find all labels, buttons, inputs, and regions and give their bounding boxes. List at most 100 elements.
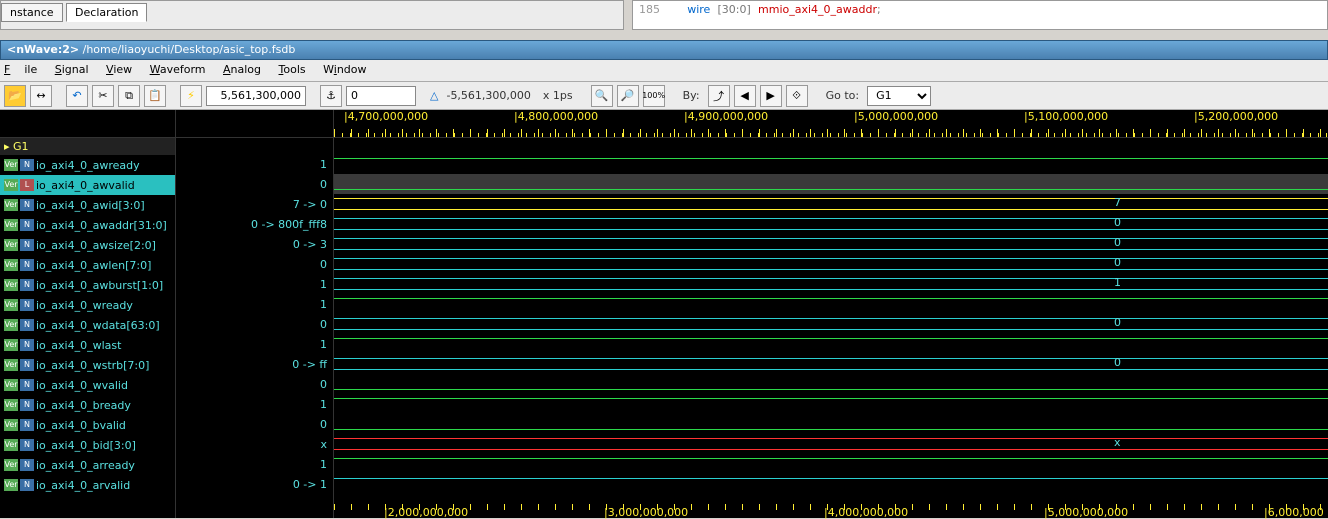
waveform-row[interactable] <box>334 474 1328 494</box>
signal-row[interactable]: VerLio_axi4_0_awvalid <box>0 175 175 195</box>
signal-row[interactable]: VerNio_axi4_0_wlast <box>0 335 175 355</box>
zoom-100-icon[interactable]: 100% <box>643 85 665 107</box>
wave-line <box>334 429 1328 430</box>
wave-bus-bot <box>334 209 1328 210</box>
waveform-row[interactable]: 0 <box>334 234 1328 254</box>
badge-net-icon: N <box>20 279 34 291</box>
signal-row[interactable]: VerNio_axi4_0_awid[3:0] <box>0 195 175 215</box>
badge-net-icon: L <box>20 179 34 191</box>
signal-row[interactable]: VerNio_axi4_0_wdata[63:0] <box>0 315 175 335</box>
signal-row[interactable]: VerNio_axi4_0_awaddr[31:0] <box>0 215 175 235</box>
waveform-row[interactable] <box>334 394 1328 414</box>
bookmark-icon[interactable]: ⟐ <box>786 85 808 107</box>
signal-row[interactable]: VerNio_axi4_0_bvalid <box>0 415 175 435</box>
wave-bus-bot <box>334 289 1328 290</box>
signal-value: 0 -> 1 <box>176 474 333 494</box>
open-icon[interactable]: 📂 <box>4 85 26 107</box>
waveform-row[interactable]: 0 <box>334 354 1328 374</box>
signal-row[interactable]: VerNio_axi4_0_bready <box>0 395 175 415</box>
waveform-row[interactable]: 1 <box>334 274 1328 294</box>
tab-declaration[interactable]: Declaration <box>66 3 147 22</box>
signal-row[interactable]: VerNio_axi4_0_arready <box>0 455 175 475</box>
wave-line <box>334 398 1328 399</box>
badge-ver-icon: Ver <box>4 359 18 371</box>
waveform-row[interactable] <box>334 454 1328 474</box>
paste-icon[interactable]: 📋 <box>144 85 166 107</box>
menu-analog[interactable]: Analog <box>223 63 261 76</box>
menu-view[interactable]: View <box>106 63 132 76</box>
cursor-icon[interactable]: ⚡ <box>180 85 202 107</box>
waveform-row[interactable] <box>334 174 1328 194</box>
wave-bus-bot <box>334 249 1328 250</box>
anchor-icon[interactable]: ⚓ <box>320 85 342 107</box>
badge-ver-icon: Ver <box>4 339 18 351</box>
copy-icon[interactable]: ⧉ <box>118 85 140 107</box>
signal-row[interactable]: VerNio_axi4_0_wready <box>0 295 175 315</box>
waveform-row[interactable]: x <box>334 434 1328 454</box>
signal-row[interactable]: VerNio_axi4_0_awsize[2:0] <box>0 235 175 255</box>
badge-ver-icon: Ver <box>4 319 18 331</box>
waveform-row[interactable]: 0 <box>334 314 1328 334</box>
marker-time-input[interactable] <box>346 86 416 106</box>
bottom-ruler[interactable]: |2,000,000,000|3,000,000,000|4,000,000,0… <box>334 504 1328 518</box>
signal-row[interactable]: VerNio_axi4_0_awready <box>0 155 175 175</box>
wave-bus-bot <box>334 449 1328 450</box>
signal-row[interactable]: VerNio_axi4_0_wvalid <box>0 375 175 395</box>
cut-icon[interactable]: ✂ <box>92 85 114 107</box>
time-ruler[interactable]: |4,700,000,000|4,800,000,000|4,900,000,0… <box>334 110 1328 138</box>
menu-window[interactable]: Window <box>323 63 366 76</box>
badge-ver-icon: Ver <box>4 279 18 291</box>
signal-row[interactable]: VerNio_axi4_0_awlen[7:0] <box>0 255 175 275</box>
wave-bus-value: 1 <box>1114 276 1121 289</box>
goto-select[interactable]: G1 <box>867 86 931 106</box>
tab-instance[interactable]: nstance <box>1 3 63 22</box>
badge-net-icon: N <box>20 319 34 331</box>
prev-icon[interactable]: ◀ <box>734 85 756 107</box>
waveform-pane[interactable]: |4,700,000,000|4,800,000,000|4,900,000,0… <box>334 110 1328 518</box>
group-header[interactable]: ▸ G1 <box>0 138 175 155</box>
ruler-tick-label: |5,000,000,000 <box>854 110 938 123</box>
file-path: /home/liaoyuchi/Desktop/asic_top.fsdb <box>83 43 296 56</box>
signal-value-pane[interactable]: 107 -> 00 -> 800f_fff80 -> 3011010 -> ff… <box>176 110 334 518</box>
wave-bus-bot <box>334 369 1328 370</box>
undo-icon[interactable]: ↶ <box>66 85 88 107</box>
wave-bus-value: 0 <box>1114 316 1121 329</box>
waveform-row[interactable] <box>334 154 1328 174</box>
badge-ver-icon: Ver <box>4 299 18 311</box>
badge-ver-icon: Ver <box>4 379 18 391</box>
search-mode-icon[interactable]: ⤴ <box>708 85 730 107</box>
badge-net-icon: N <box>20 379 34 391</box>
signal-value: x <box>176 434 333 454</box>
badge-ver-icon: Ver <box>4 259 18 271</box>
waveform-row[interactable] <box>334 414 1328 434</box>
wave-bus-top <box>334 258 1328 259</box>
menu-file[interactable]: File <box>4 63 37 76</box>
menu-waveform[interactable]: Waveform <box>150 63 206 76</box>
cursor-time-input[interactable] <box>206 86 306 106</box>
waveform-row[interactable]: 0 <box>334 254 1328 274</box>
signal-row[interactable]: VerNio_axi4_0_bid[3:0] <box>0 435 175 455</box>
signal-value: 0 <box>176 254 333 274</box>
waveform-row[interactable] <box>334 294 1328 314</box>
zoom-out-icon[interactable]: 🔎 <box>617 85 639 107</box>
waveform-row[interactable]: 0 <box>334 214 1328 234</box>
waveform-row[interactable] <box>334 334 1328 354</box>
zoom-in-icon[interactable]: 🔍 <box>591 85 613 107</box>
badge-ver-icon: Ver <box>4 219 18 231</box>
signal-name-pane[interactable]: ▸ G1 VerNio_axi4_0_awreadyVerLio_axi4_0_… <box>0 110 176 518</box>
hierarchy-icon[interactable]: ↔ <box>30 85 52 107</box>
waveform-row[interactable]: 7 <box>334 194 1328 214</box>
wave-bus-top <box>334 238 1328 239</box>
bottom-ruler-tick: |6,000,000 <box>1264 506 1324 519</box>
next-icon[interactable]: ▶ <box>760 85 782 107</box>
signal-value: 1 <box>176 394 333 414</box>
wave-line <box>334 338 1328 339</box>
signal-row[interactable]: VerNio_axi4_0_wstrb[7:0] <box>0 355 175 375</box>
wave-bus-bot <box>334 269 1328 270</box>
signal-row[interactable]: VerNio_axi4_0_arvalid <box>0 475 175 495</box>
signal-row[interactable]: VerNio_axi4_0_awburst[1:0] <box>0 275 175 295</box>
time-unit: x 1ps <box>539 89 577 102</box>
waveform-row[interactable] <box>334 374 1328 394</box>
menu-tools[interactable]: Tools <box>279 63 306 76</box>
menu-signal[interactable]: Signal <box>55 63 89 76</box>
